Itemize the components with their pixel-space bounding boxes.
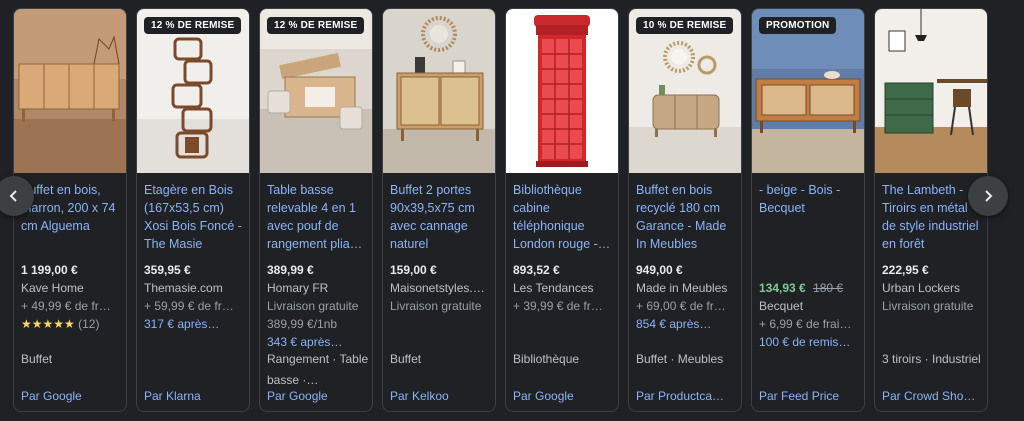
product-image[interactable]: [506, 9, 618, 173]
product-category: Bibliothèque: [513, 352, 580, 366]
product-category: Buffet · Meubles: [636, 352, 724, 366]
product-title[interactable]: Bibliothèque cabine téléphonique London …: [513, 181, 615, 253]
comparison-service-link[interactable]: Par Klarna: [144, 389, 246, 403]
merchant-name: Urban Lockers: [882, 281, 961, 295]
product-card[interactable]: Bibliothèque cabine téléphonique London …: [505, 8, 619, 412]
comparison-service-link[interactable]: Par Crowd Sho…: [882, 389, 984, 403]
shipping-info: Livraison gratuite: [882, 299, 974, 313]
comparison-service-link[interactable]: Par Kelkoo: [390, 389, 492, 403]
product-price: 949,00 €: [636, 263, 683, 277]
product-image[interactable]: [383, 9, 495, 173]
product-price: 359,95 €: [144, 263, 191, 277]
product-image[interactable]: [875, 9, 987, 173]
sale-price: 134,93 €: [759, 281, 806, 295]
product-price: 893,52 €: [513, 263, 560, 277]
product-image[interactable]: PROMOTION: [752, 9, 864, 173]
comparison-service-link[interactable]: Par Google: [21, 389, 123, 403]
merchant-name: Maisonetstyles.…: [390, 281, 485, 295]
comparison-service-link[interactable]: Par Productca…: [636, 389, 738, 403]
star-icon: ★★★★★: [21, 317, 75, 331]
product-card[interactable]: 12 % DE REMISE Table basse relevable 4 e…: [259, 8, 373, 412]
product-price: 159,00 €: [390, 263, 437, 277]
payment-offer-link[interactable]: 317 € après…: [144, 315, 246, 333]
product-price: 222,95 €: [882, 263, 929, 277]
product-card[interactable]: 12 % DE REMISE Etagère en Bois (167x53,5…: [136, 8, 250, 412]
discount-badge: 10 % DE REMISE: [636, 17, 734, 34]
product-title[interactable]: Table basse relevable 4 en 1 avec pouf d…: [267, 181, 369, 253]
carousel-next-button[interactable]: [968, 176, 1008, 216]
merchant-name: Made in Meubles: [636, 281, 728, 295]
product-category: 3 tiroirs · Industriel: [882, 352, 981, 366]
product-card[interactable]: The Lambeth - Tiroirs en métal de style …: [874, 8, 988, 412]
chevron-right-icon: [985, 190, 993, 202]
price-row: 134,93 € 180 €: [759, 279, 861, 297]
promotion-badge: PROMOTION: [759, 17, 837, 34]
chevron-left-icon: [9, 190, 17, 202]
product-category: Buffet: [390, 352, 422, 366]
product-title[interactable]: Buffet en bois recyclé 180 cm Garance - …: [636, 181, 738, 253]
rating-count: (12): [78, 317, 100, 331]
shipping-info: Livraison gratuite: [267, 299, 359, 313]
product-rating: ★★★★★ (12): [21, 315, 123, 333]
comparison-service-link[interactable]: Par Google: [267, 389, 369, 403]
product-image[interactable]: 12 % DE REMISE: [137, 9, 249, 173]
product-card[interactable]: 10 % DE REMISE Buffet en bois recyclé 18…: [628, 8, 742, 412]
merchant-name: Becquet: [759, 299, 804, 313]
comparison-service-link[interactable]: Par Google: [513, 389, 615, 403]
merchant-name: Les Tendances: [513, 281, 594, 295]
comparison-service-link[interactable]: Par Feed Price: [759, 389, 861, 403]
merchant-name: Kave Home: [21, 281, 84, 295]
shipping-info: + 69,00 € de fr…: [636, 299, 726, 313]
shipping-info: + 39,99 € de fr…: [513, 299, 603, 313]
product-category: Rangement · Table basse ·…: [267, 352, 369, 387]
shipping-info: + 49,99 € de fr…: [21, 299, 111, 313]
unit-price: 389,99 €/1nb: [267, 317, 338, 331]
payment-offer-link[interactable]: 854 € après…: [636, 315, 738, 333]
shipping-info: Livraison gratuite: [390, 299, 482, 313]
merchant-name: Homary FR: [267, 281, 329, 295]
product-price: 1 199,00 €: [21, 263, 78, 277]
merchant-name: Themasie.com: [144, 281, 223, 295]
product-card[interactable]: PROMOTION - beige - Bois - Becquet 134,9…: [751, 8, 865, 412]
discount-badge: 12 % DE REMISE: [144, 17, 242, 34]
product-card[interactable]: Buffet en bois, marron, 200 x 74 cm Algu…: [13, 8, 127, 412]
shipping-info: + 59,99 € de fr…: [144, 299, 234, 313]
product-card[interactable]: Buffet 2 portes 90x39,5x75 cm avec canna…: [382, 8, 496, 412]
discount-badge: 12 % DE REMISE: [267, 17, 365, 34]
payment-offer-link[interactable]: 100 € de remis…: [759, 333, 861, 351]
product-carousel: Buffet en bois, marron, 200 x 74 cm Algu…: [0, 0, 1024, 421]
old-price: 180 €: [813, 281, 844, 295]
product-category: Buffet: [21, 352, 53, 366]
product-title[interactable]: Buffet 2 portes 90x39,5x75 cm avec canna…: [390, 181, 492, 253]
product-title[interactable]: Etagère en Bois (167x53,5 cm) Xosi Bois …: [144, 181, 246, 253]
product-image[interactable]: 12 % DE REMISE: [260, 9, 372, 173]
product-price: 389,99 €: [267, 263, 314, 277]
product-title[interactable]: - beige - Bois - Becquet: [759, 181, 861, 217]
product-image[interactable]: [14, 9, 126, 173]
shipping-info: + 6,99 € de frai…: [759, 317, 852, 331]
product-image[interactable]: 10 % DE REMISE: [629, 9, 741, 173]
product-title[interactable]: Buffet en bois, marron, 200 x 74 cm Algu…: [21, 181, 123, 235]
